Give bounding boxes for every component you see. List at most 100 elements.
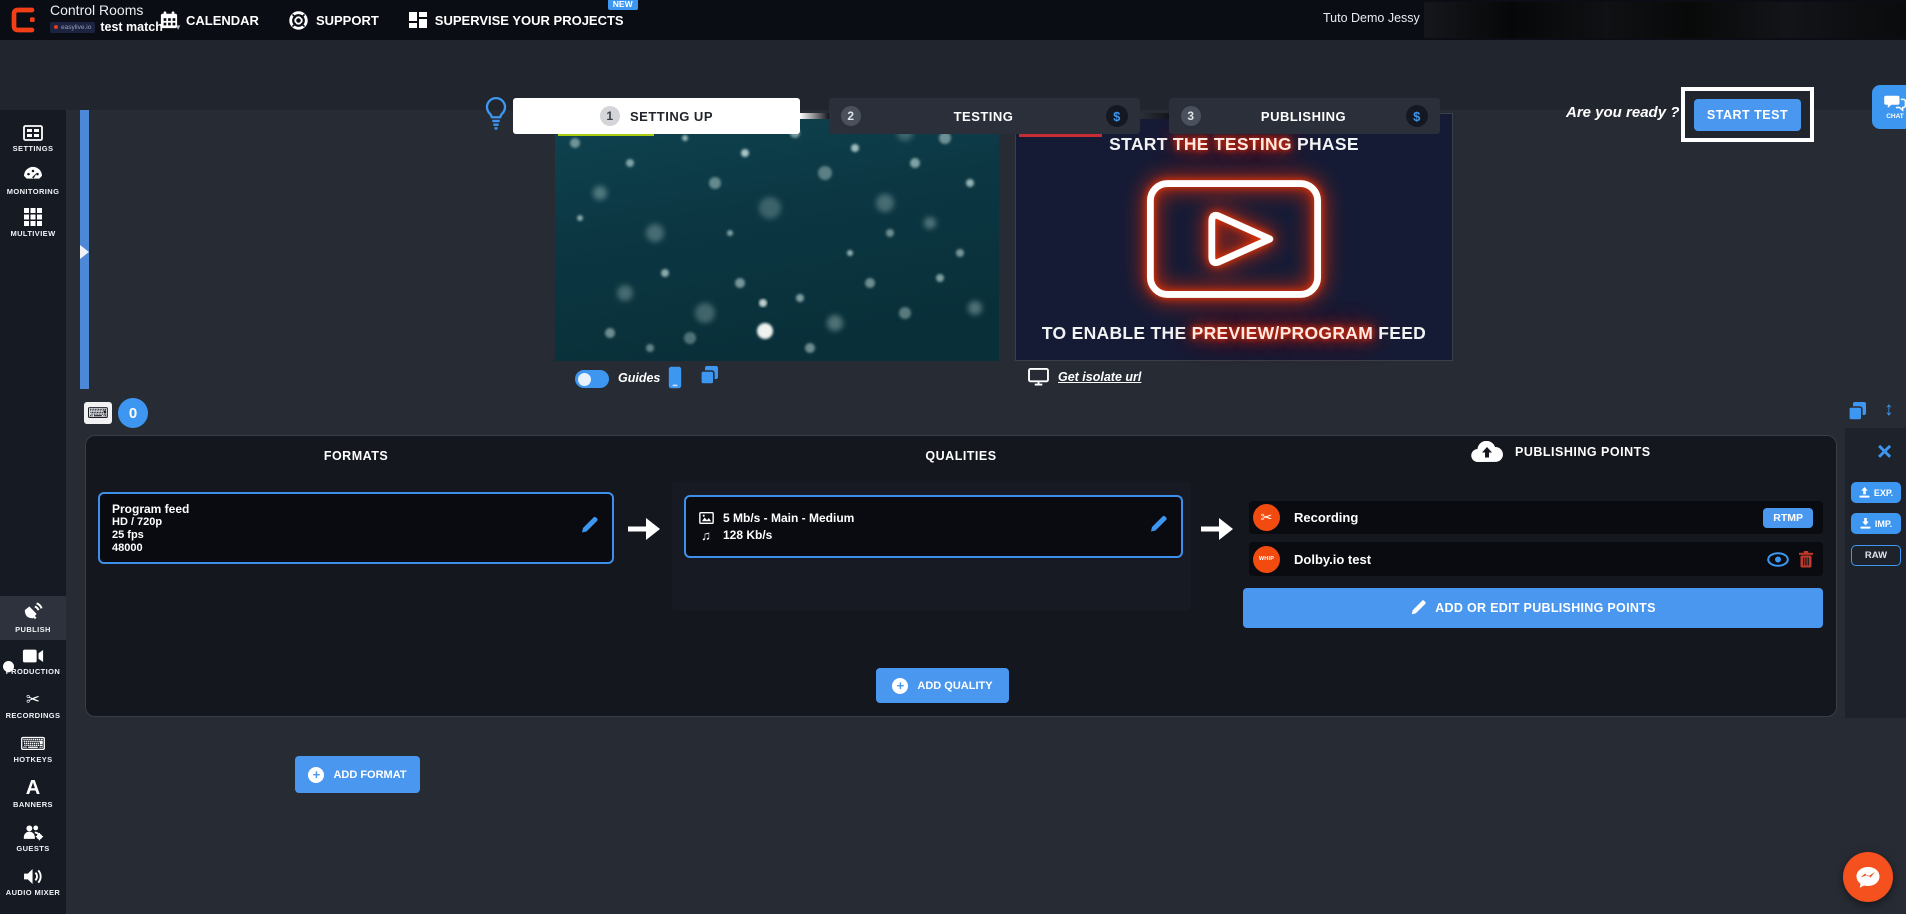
expand-arrow-icon[interactable] <box>80 245 89 259</box>
nav-calendar[interactable]: CALENDAR <box>160 11 259 29</box>
sidebar-item-label: SETTINGS <box>13 144 54 153</box>
raw-label: RAW <box>1865 550 1887 561</box>
sidebar-item-audio-mixer[interactable]: AUDIO MIXER <box>0 860 66 904</box>
edit-format-icon[interactable] <box>580 517 598 540</box>
topbar: Control Rooms easylive.io test match ▾ C… <box>0 0 1906 40</box>
app-root: Control Rooms easylive.io test match ▾ C… <box>0 0 1906 914</box>
nav-supervise-projects[interactable]: SUPERVISE YOUR PROJECTS NEW <box>409 11 624 29</box>
preview-feed[interactable]: PREVIEW <box>555 113 999 361</box>
export-upload-icon <box>1859 487 1870 498</box>
mobile-preview-icon[interactable] <box>668 366 682 394</box>
publish-icon <box>23 602 43 622</box>
add-quality-label: ADD QUALITY <box>917 680 992 692</box>
user-menu[interactable]: Tuto Demo Jessy ▾ <box>1323 11 1439 25</box>
pencil-icon <box>1410 600 1426 616</box>
sidebar-item-banners[interactable]: A BANNERS <box>0 772 66 816</box>
sidebar-item-guests[interactable]: GUESTS <box>0 816 66 860</box>
delete-trash-icon[interactable] <box>1799 551 1813 568</box>
project-name: test match <box>100 20 163 34</box>
step-label: SETTING UP <box>630 109 713 124</box>
nav-support-label: SUPPORT <box>316 13 379 28</box>
sidebar-item-publish[interactable]: PUBLISH <box>0 596 66 640</box>
preview-video-frame <box>555 113 999 361</box>
support-icon <box>289 11 308 30</box>
export-button[interactable]: EXP. <box>1851 482 1901 503</box>
sidebar: SETTINGS MONITORING MULTIV <box>0 110 66 914</box>
nav-support[interactable]: SUPPORT <box>289 11 379 30</box>
hotkeys-icon: ⌨ <box>20 737 46 752</box>
plus-icon: + <box>892 678 908 694</box>
lightbulb-icon[interactable] <box>483 96 509 135</box>
chat-button[interactable]: CHAT <box>1872 85 1906 129</box>
duplicate-view-icon[interactable] <box>700 366 719 390</box>
rtmp-badge[interactable]: RTMP <box>1763 508 1813 528</box>
raw-button[interactable]: RAW <box>1851 545 1901 566</box>
stepper-bar: 1 SETTING UP 2 TESTING $ 3 PUBLISHING $ … <box>0 40 1906 110</box>
top-navigation: CALENDAR SUPPORT <box>160 0 624 40</box>
quality-card[interactable]: 5 Mb/s - Main - Medium ♫ 128 Kb/s <box>684 495 1183 558</box>
neon-play-icon[interactable] <box>1136 175 1332 303</box>
export-label: EXP. <box>1874 488 1893 498</box>
formats-header: FORMATS <box>324 449 388 463</box>
add-or-edit-label: ADD OR EDIT PUBLISHING POINTS <box>1435 601 1656 615</box>
import-button[interactable]: IMP. <box>1851 513 1901 534</box>
sidebar-item-label: MULTIVIEW <box>10 229 55 238</box>
sidebar-item-label: BANNERS <box>13 800 53 809</box>
recording-icon: ✂ <box>1253 504 1280 531</box>
step-setting-up[interactable]: 1 SETTING UP <box>513 98 800 134</box>
get-isolate-url-link[interactable]: Get isolate url <box>1058 370 1141 384</box>
edit-quality-icon[interactable] <box>1149 515 1167 538</box>
publishing-point-dolby[interactable]: WHIP Dolby.io test <box>1249 542 1823 576</box>
plus-icon: + <box>308 767 324 783</box>
production-status-dot <box>3 661 14 672</box>
monitor-icon <box>1028 368 1049 391</box>
view-eye-icon[interactable] <box>1767 552 1789 567</box>
add-format-button[interactable]: + ADD FORMAT <box>295 756 420 793</box>
guides-toggle[interactable] <box>575 370 609 388</box>
banners-icon: A <box>26 779 40 797</box>
easylive-logo[interactable] <box>8 4 40 36</box>
video-quality-icon <box>698 512 714 524</box>
new-badge: NEW <box>608 0 638 10</box>
hotkeys-keyboard-icon[interactable]: ⌨ <box>84 402 112 424</box>
sidebar-item-monitoring[interactable]: MONITORING <box>0 160 66 202</box>
cloud-upload-icon <box>1471 441 1503 463</box>
close-panel-icon[interactable]: × <box>1877 438 1892 464</box>
program-feed[interactable]: PROGRAM START THE TESTING PHASE TO ENABL… <box>1015 113 1453 361</box>
brand-dot <box>54 25 58 29</box>
sidebar-item-multiview[interactable]: MULTIVIEW <box>0 202 66 244</box>
sidebar-top-group: SETTINGS MONITORING MULTIV <box>0 110 66 244</box>
publishing-points-header: PUBLISHING POINTS <box>1471 441 1651 463</box>
format-card[interactable]: Program feed HD / 720p 25 fps 48000 <box>98 492 614 564</box>
sidebar-item-label: HOTKEYS <box>13 755 52 764</box>
start-test-button[interactable]: START TEST <box>1694 99 1801 131</box>
chat-bubble-icon <box>1855 865 1881 889</box>
support-chat-fab[interactable] <box>1843 852 1893 902</box>
step-label: TESTING <box>871 109 1096 124</box>
sidebar-item-label: GUESTS <box>16 844 49 853</box>
duplicate-panel-icon[interactable] <box>1848 402 1867 426</box>
add-format-label: ADD FORMAT <box>333 769 406 781</box>
step-publishing[interactable]: 3 PUBLISHING $ <box>1169 98 1440 134</box>
whip-icon: WHIP <box>1253 546 1280 573</box>
quality-audio-label: 128 Kb/s <box>723 528 772 542</box>
panel-side-rail: × EXP. IMP. RAW <box>1845 428 1906 718</box>
sidebar-bottom-group: PUBLISH PRODUCTION ✂ RECORDINGS ⌨ HOTKEY… <box>0 596 66 904</box>
nav-calendar-label: CALENDAR <box>186 13 259 28</box>
easylive-logo-icon <box>8 4 40 36</box>
sidebar-item-hotkeys[interactable]: ⌨ HOTKEYS <box>0 728 66 772</box>
sidebar-item-recordings[interactable]: ✂ RECORDINGS <box>0 684 66 728</box>
step-testing[interactable]: 2 TESTING $ <box>829 98 1140 134</box>
step-number: 2 <box>841 106 861 126</box>
publishing-point-name: Recording <box>1294 510 1358 525</box>
publishing-point-recording[interactable]: ✂ Recording RTMP <box>1249 501 1823 534</box>
sidebar-item-label: PRODUCTION <box>6 667 60 676</box>
redacted-area <box>1424 2 1906 38</box>
dollar-icon: $ <box>1406 105 1428 127</box>
sidebar-item-settings[interactable]: SETTINGS <box>0 118 66 160</box>
program-headline: START THE TESTING PHASE <box>1109 134 1359 155</box>
add-quality-button[interactable]: + ADD QUALITY <box>876 668 1009 703</box>
resize-vertical-icon[interactable]: ↕ <box>1884 399 1894 421</box>
settings-icon <box>23 125 43 141</box>
add-or-edit-publishing-points-button[interactable]: ADD OR EDIT PUBLISHING POINTS <box>1243 588 1823 628</box>
